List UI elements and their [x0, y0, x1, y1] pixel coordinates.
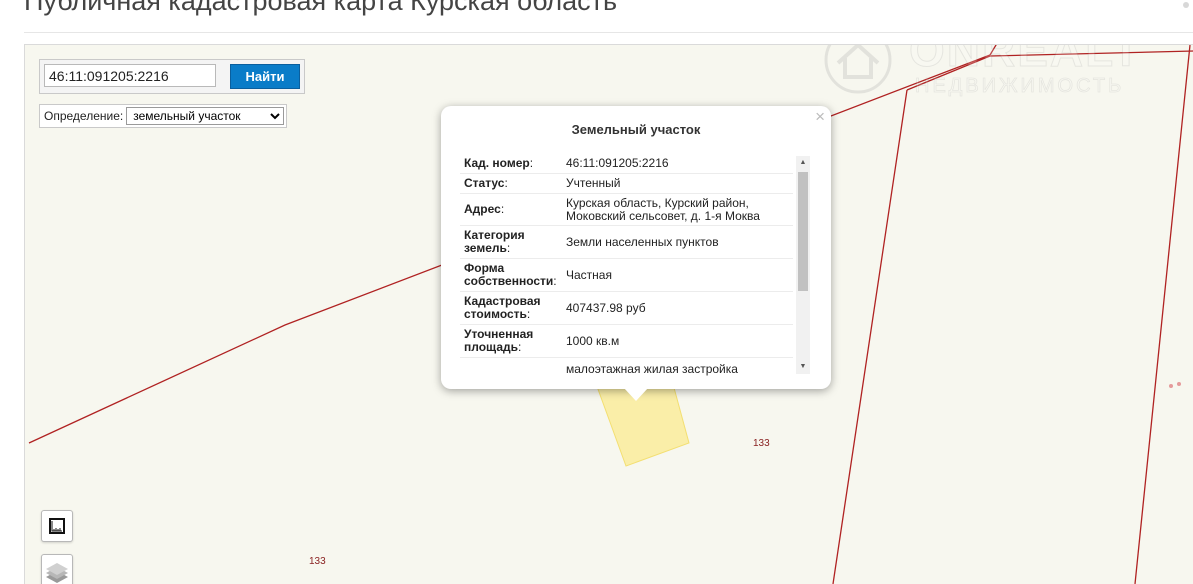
parcel-boundary-line — [832, 89, 908, 584]
info-label: Категория земель — [460, 227, 566, 257]
popup-pointer — [624, 388, 648, 401]
page-header: Публичная кадастровая карта Курская обла… — [0, 0, 1193, 40]
search-button[interactable]: Найти — [230, 64, 300, 89]
info-row-cadastral-number: Кад. номер 46:11:091205:2216 — [460, 154, 793, 174]
info-row-area: Уточненная площадь 1000 кв.м — [460, 325, 793, 358]
info-row-ownership: Форма собственности Частная — [460, 259, 793, 292]
info-value: малоэтажная жилая застройка — [566, 361, 738, 376]
layers-icon — [46, 563, 68, 583]
house-logo-icon — [824, 45, 892, 94]
info-label: Адрес — [460, 201, 566, 218]
scroll-down-arrow-icon[interactable]: ▼ — [796, 360, 810, 374]
layers-tool-button[interactable] — [41, 554, 73, 584]
definition-panel: Определение: земельный участок — [39, 104, 288, 128]
watermark-subtitle: НЕДВИЖИМОСТЬ — [915, 75, 1125, 98]
info-row-land-category: Категория земель Земли населенных пункто… — [460, 226, 793, 259]
parcel-number-label: 133 — [753, 438, 770, 449]
page-title: Публичная кадастровая карта Курская обла… — [24, 0, 618, 16]
info-row-cadastral-value: Кадастровая стоимость 407437.98 руб — [460, 292, 793, 325]
info-value: 407437.98 руб — [566, 300, 646, 315]
definition-select[interactable]: земельный участок — [126, 107, 285, 125]
info-label: Кад. номер — [460, 155, 566, 172]
header-divider — [24, 32, 1193, 33]
info-value: Земли населенных пунктов — [566, 234, 719, 249]
watermark-brand: ONREALT — [909, 44, 1142, 77]
info-label: Форма собственности — [460, 260, 566, 290]
search-panel: Найти — [39, 59, 305, 94]
ruler-icon — [49, 518, 65, 534]
parcel-info-popup: × Земельный участок Кад. номер 46:11:091… — [441, 106, 831, 389]
popup-info-table[interactable]: Кад. номер 46:11:091205:2216 Статус Учте… — [460, 154, 793, 376]
info-row-permitted-use: малоэтажная жилая застройка — [460, 358, 793, 376]
cadastral-number-input[interactable] — [44, 64, 216, 87]
scroll-up-arrow-icon[interactable]: ▲ — [796, 156, 810, 170]
parcel-number-label: 133 — [309, 556, 326, 567]
info-label: Уточненная площадь — [460, 326, 566, 356]
ruler-tool-button[interactable] — [41, 510, 73, 542]
map-point-marker — [1169, 384, 1173, 388]
info-value: Курская область, Курский район, Моковски… — [566, 195, 760, 223]
info-value: Учтенный — [566, 176, 621, 190]
info-label: Статус — [460, 175, 566, 192]
scroll-thumb[interactable] — [798, 172, 808, 291]
info-row-address: Адрес Курская область, Курский район, Мо… — [460, 194, 793, 226]
info-value: 1000 кв.м — [566, 333, 620, 348]
info-label — [460, 367, 566, 371]
definition-label: Определение: — [44, 109, 124, 123]
onrealt-watermark: ONREALT НЕДВИЖИМОСТЬ — [823, 44, 1183, 105]
parcel-boundary-line — [1134, 45, 1191, 584]
info-value: Частная — [566, 267, 612, 282]
header-dot — [1183, 2, 1189, 8]
popup-title: Земельный участок — [571, 122, 701, 137]
popup-scrollbar[interactable]: ▲ ▼ — [796, 156, 810, 374]
info-label: Кадастровая стоимость — [460, 293, 566, 323]
info-value: 46:11:091205:2216 — [566, 156, 669, 170]
info-row-status: Статус Учтенный — [460, 174, 793, 194]
map-point-marker — [1177, 382, 1181, 386]
